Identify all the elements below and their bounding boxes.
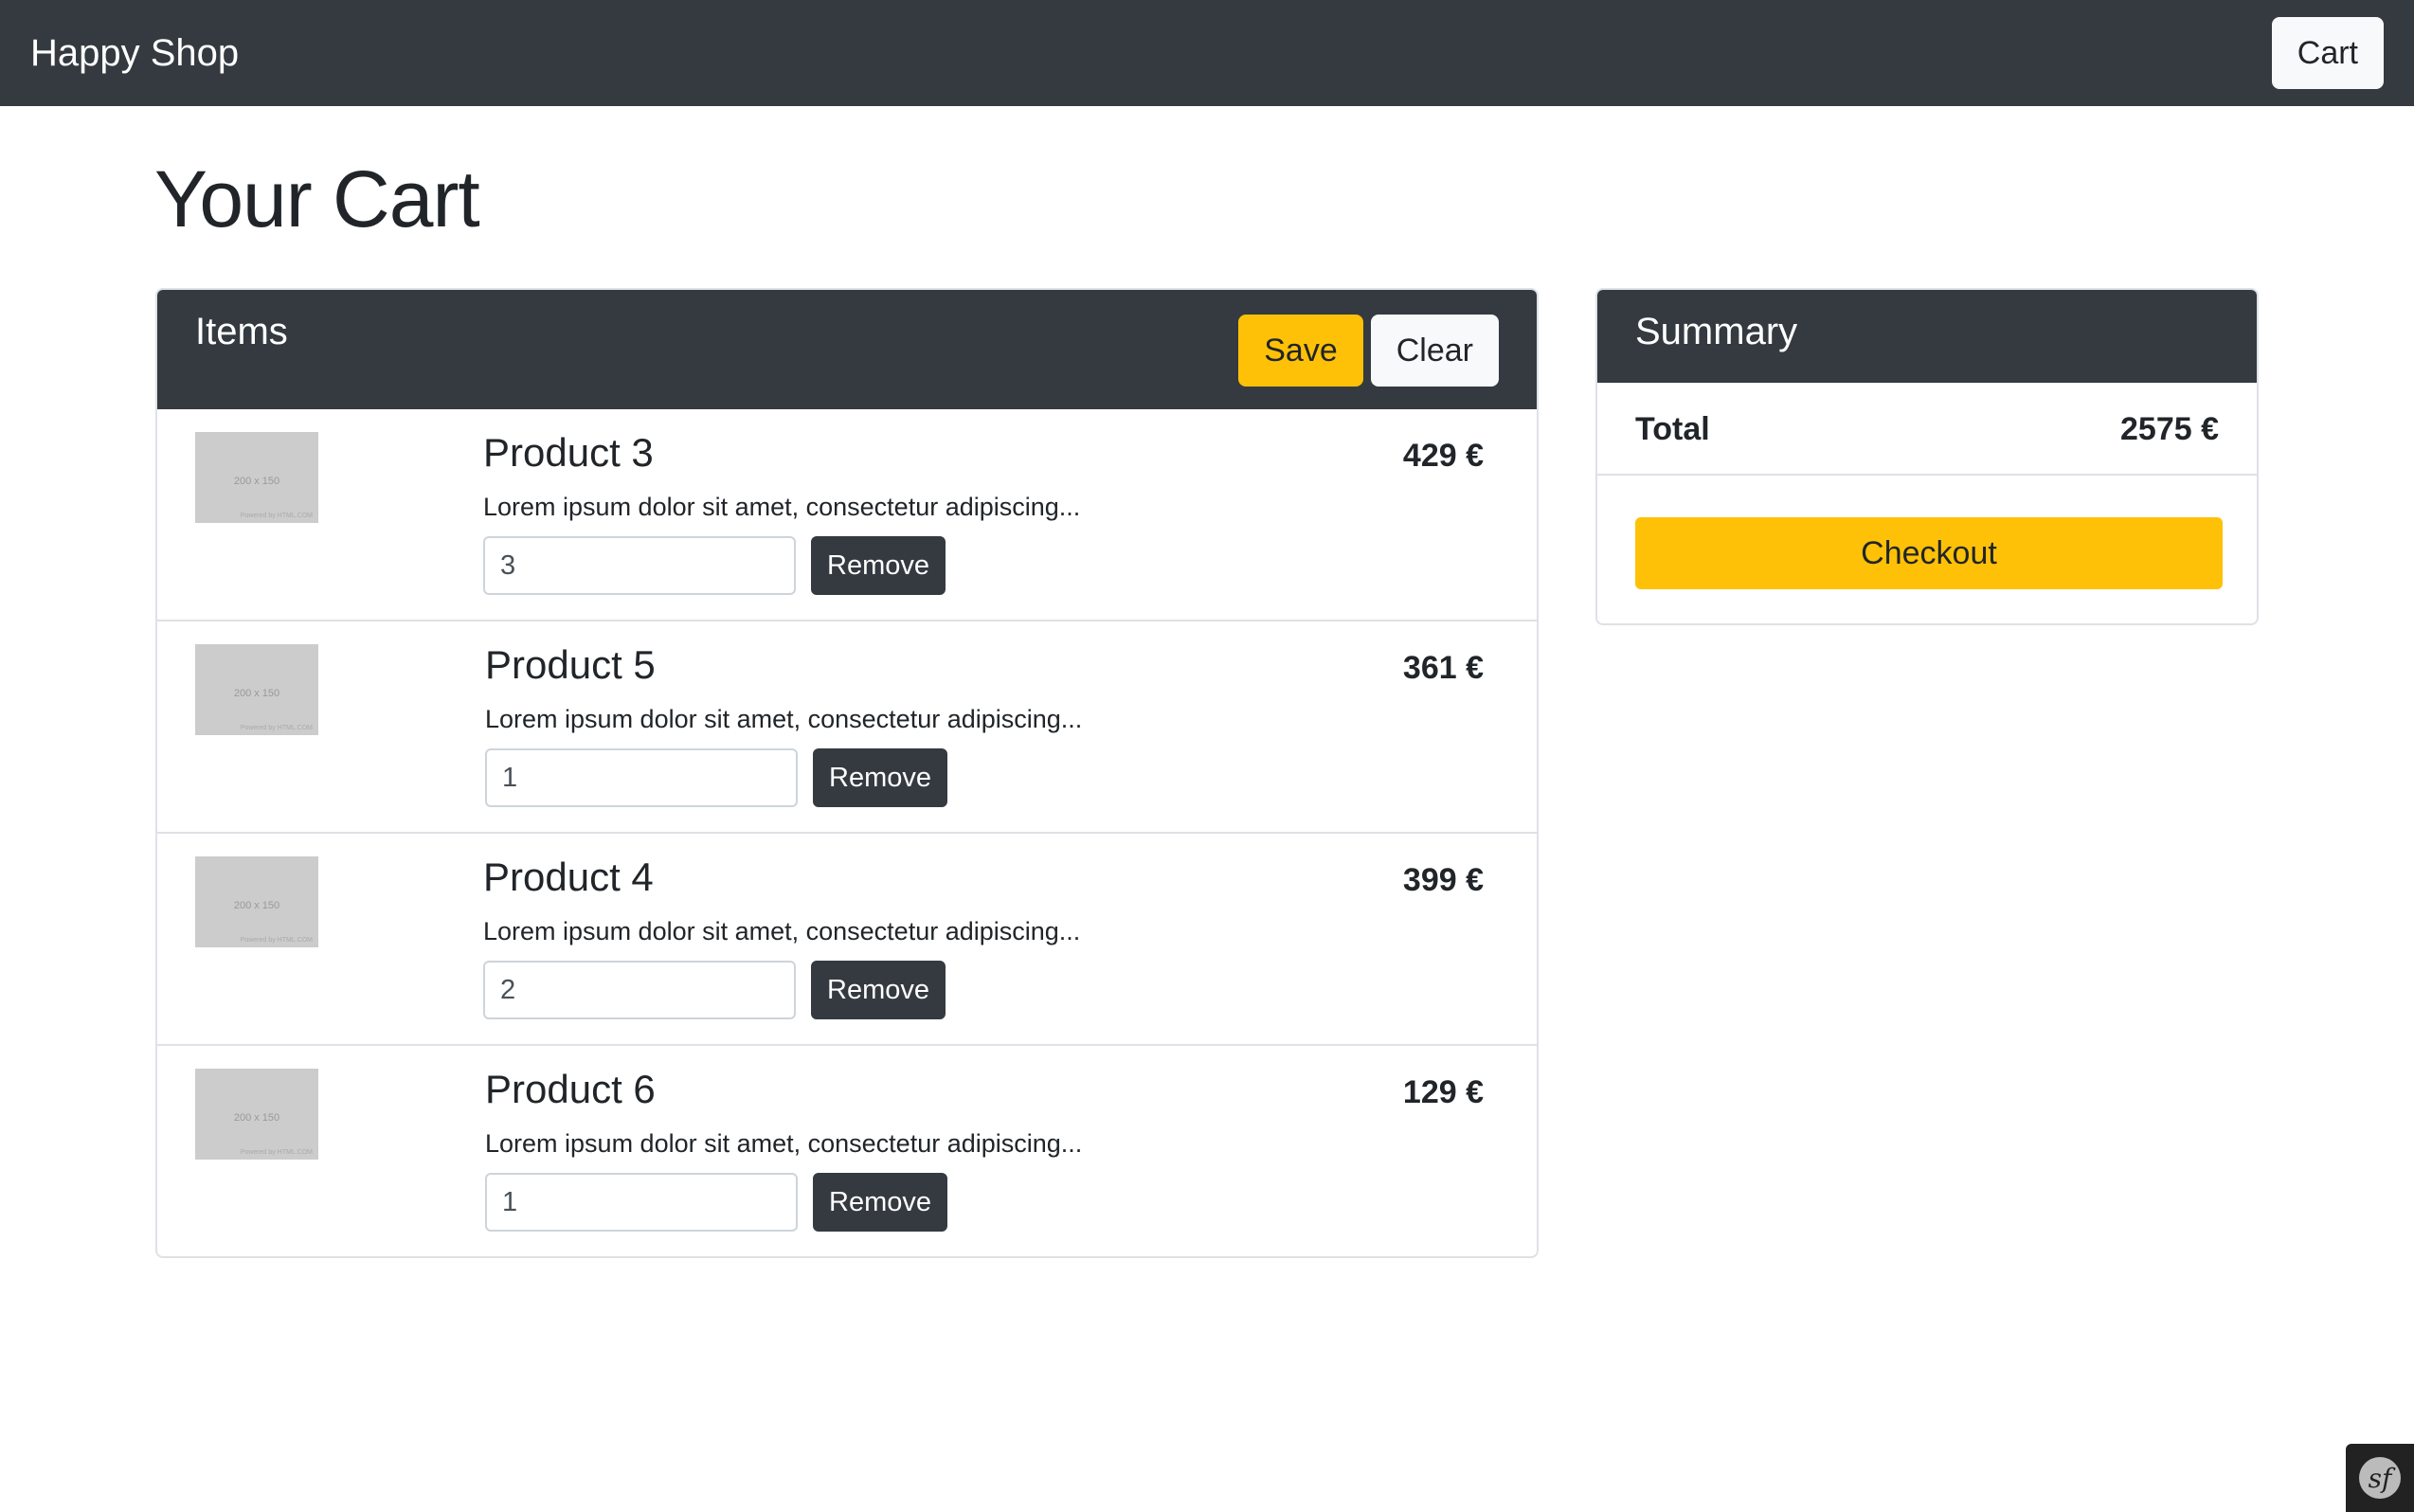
quantity-input[interactable]: [485, 1173, 798, 1232]
symfony-logo-icon: sf: [2359, 1457, 2401, 1499]
top-navbar: Happy Shop Cart: [0, 0, 2414, 106]
quantity-input[interactable]: [485, 748, 798, 807]
product-thumbnail-image: 200 x 150 Powered by HTML.COM: [195, 644, 318, 735]
product-name: Product 4: [483, 855, 654, 899]
thumbnail-dimensions: 200 x 150: [233, 1112, 280, 1124]
nav-cart-button[interactable]: Cart: [2271, 17, 2384, 89]
product-description: Lorem ipsum dolor sit amet, consectetur …: [483, 493, 1081, 521]
product-price: 129 €: [1402, 1074, 1484, 1110]
thumbnail-credit: Powered by HTML.COM: [240, 937, 313, 944]
thumbnail-credit: Powered by HTML.COM: [240, 513, 313, 519]
product-description: Lorem ipsum dolor sit amet, consectetur …: [483, 917, 1081, 945]
items-card: Items Save Clear 200 x 150 Powered by HT…: [155, 288, 1539, 1258]
product-thumbnail-image: 200 x 150 Powered by HTML.COM: [195, 1069, 318, 1160]
product-description: Lorem ipsum dolor sit amet, consectetur …: [485, 705, 1083, 733]
remove-button[interactable]: Remove: [813, 1173, 947, 1232]
total-value: 2575 €: [2120, 411, 2219, 447]
save-button[interactable]: Save: [1238, 315, 1363, 387]
summary-total-row: Total 2575 €: [1597, 383, 2257, 476]
cart-item-row: 200 x 150 Powered by HTML.COM Product 4 …: [157, 834, 1537, 1046]
thumbnail-dimensions: 200 x 150: [233, 688, 280, 699]
remove-button[interactable]: Remove: [813, 748, 947, 807]
remove-button[interactable]: Remove: [811, 536, 946, 595]
product-name: Product 3: [483, 430, 654, 475]
page-title: Your Cart: [154, 154, 480, 243]
product-thumbnail-image: 200 x 150 Powered by HTML.COM: [195, 432, 318, 523]
cart-item-row: 200 x 150 Powered by HTML.COM Product 3 …: [157, 409, 1537, 621]
thumbnail-credit: Powered by HTML.COM: [240, 725, 313, 731]
checkout-button[interactable]: Checkout: [1635, 517, 2223, 589]
cart-item-row: 200 x 150 Powered by HTML.COM Product 5 …: [157, 621, 1537, 834]
summary-card: Summary Total 2575 € Checkout: [1595, 288, 2259, 625]
product-name: Product 5: [485, 642, 656, 687]
quantity-input[interactable]: [483, 961, 796, 1019]
product-price: 429 €: [1402, 438, 1484, 474]
thumbnail-credit: Powered by HTML.COM: [240, 1149, 313, 1156]
debug-toolbar-toggle[interactable]: sf: [2346, 1444, 2414, 1512]
summary-title: Summary: [1635, 311, 1798, 352]
total-label: Total: [1635, 411, 1710, 447]
brand-link[interactable]: Happy Shop: [30, 32, 239, 75]
items-header-actions: Save Clear: [1238, 315, 1499, 387]
product-thumbnail-image: 200 x 150 Powered by HTML.COM: [195, 856, 318, 947]
items-card-header: Items Save Clear: [157, 290, 1537, 409]
quantity-input[interactable]: [483, 536, 796, 595]
thumbnail-dimensions: 200 x 150: [233, 476, 280, 487]
items-title: Items: [195, 311, 288, 352]
clear-button[interactable]: Clear: [1370, 315, 1499, 387]
cart-item-row: 200 x 150 Powered by HTML.COM Product 6 …: [157, 1046, 1537, 1256]
product-price: 361 €: [1402, 650, 1484, 686]
product-price: 399 €: [1402, 862, 1484, 898]
remove-button[interactable]: Remove: [811, 961, 946, 1019]
summary-card-header: Summary: [1597, 290, 2257, 383]
product-name: Product 6: [485, 1067, 656, 1111]
product-description: Lorem ipsum dolor sit amet, consectetur …: [485, 1129, 1083, 1158]
thumbnail-dimensions: 200 x 150: [233, 900, 280, 911]
